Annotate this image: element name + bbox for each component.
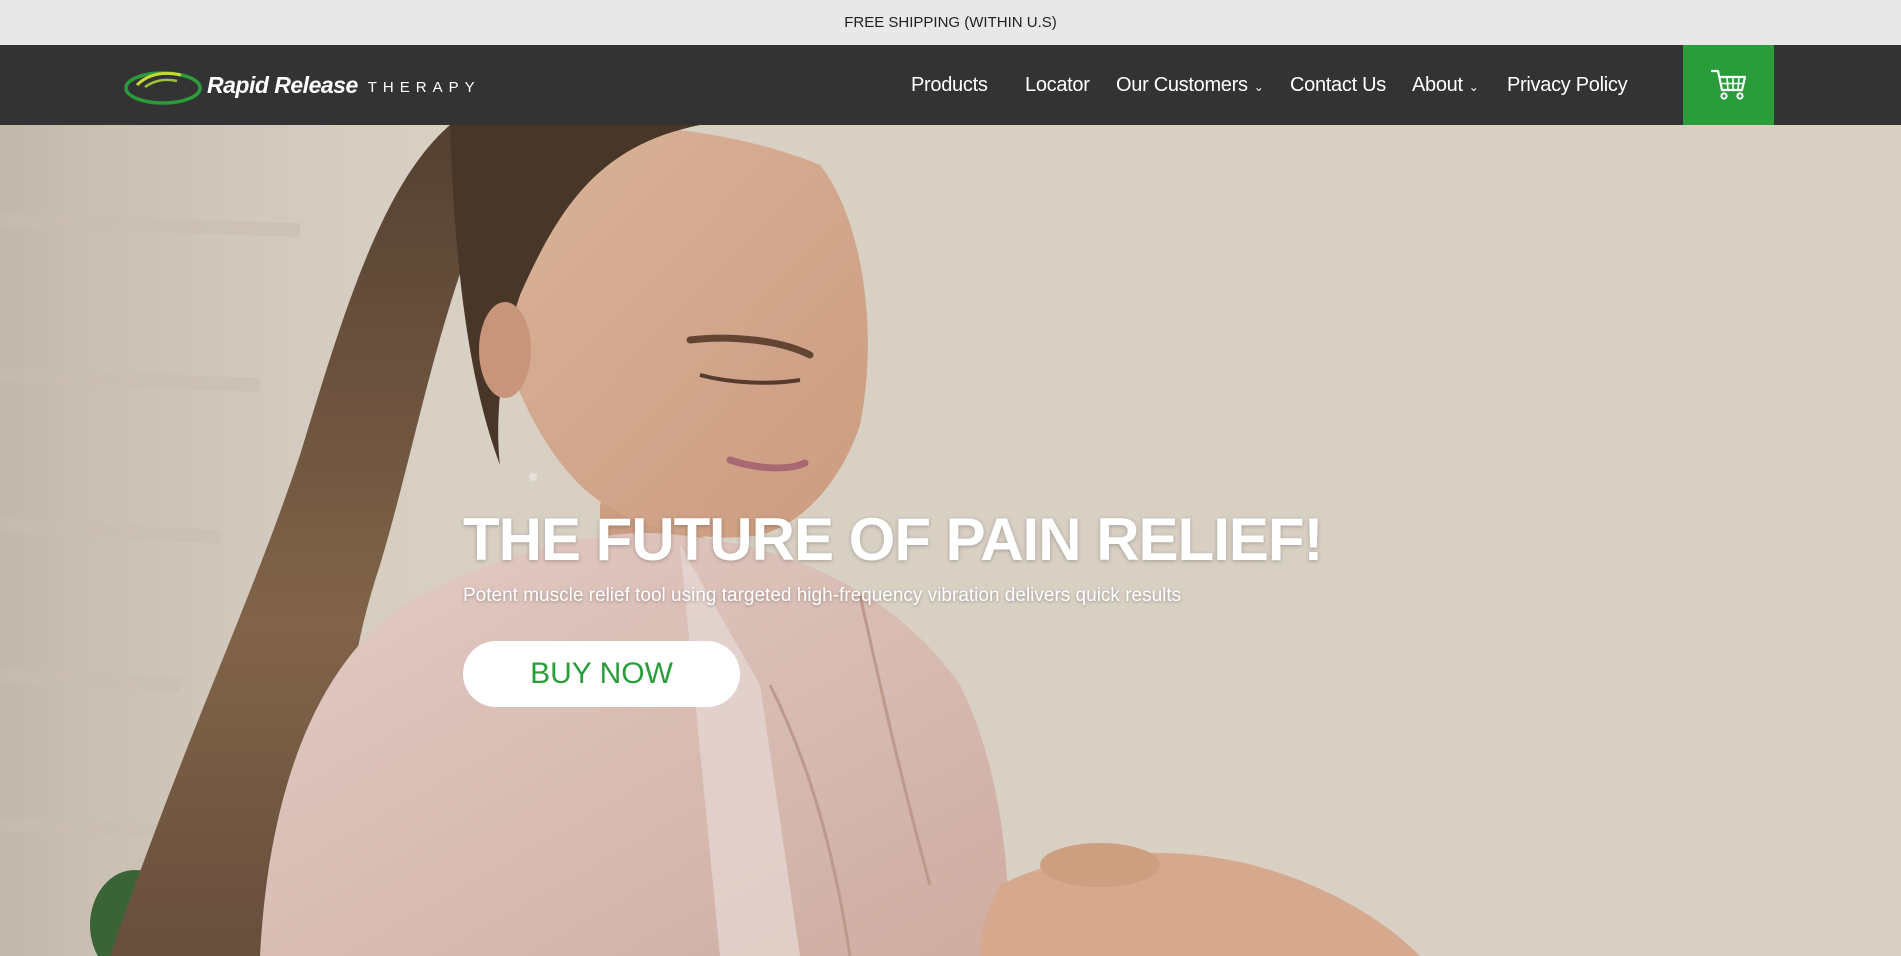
- nav-locator[interactable]: Locator: [1025, 45, 1090, 125]
- chevron-down-icon: ⌄: [1468, 80, 1479, 94]
- nav-products[interactable]: Products: [911, 45, 988, 125]
- hero-banner: THE FUTURE OF PAIN RELIEF! Potent muscle…: [0, 125, 1901, 956]
- nav-products-label: Products: [911, 73, 988, 96]
- logo-wordmark: Rapid Release: [207, 71, 358, 98]
- nav-locator-label: Locator: [1025, 73, 1090, 96]
- nav-contact-us-label: Contact Us: [1290, 73, 1386, 96]
- nav-about-label: About: [1412, 73, 1463, 96]
- main-navbar: Rapid Release THERAPY Products Locator O…: [0, 45, 1901, 125]
- buy-now-button[interactable]: BUY NOW: [463, 641, 740, 707]
- nav-about[interactable]: About ⌄: [1412, 45, 1479, 125]
- announcement-text: FREE SHIPPING (WITHIN U.S): [844, 14, 1057, 31]
- nav-our-customers[interactable]: Our Customers ⌄: [1116, 45, 1264, 125]
- hero-title: THE FUTURE OF PAIN RELIEF!: [463, 506, 1324, 573]
- buy-now-label: BUY NOW: [530, 657, 673, 690]
- chevron-down-icon: ⌄: [1253, 80, 1264, 94]
- logo-swoosh-icon: [124, 71, 202, 105]
- nav-our-customers-label: Our Customers: [1116, 73, 1248, 96]
- site-logo[interactable]: Rapid Release THERAPY: [123, 63, 483, 107]
- logo-subtext: THERAPY: [367, 78, 481, 96]
- shopping-cart-icon: [1710, 69, 1746, 100]
- nav-privacy-policy-label: Privacy Policy: [1507, 73, 1628, 96]
- nav-privacy-policy[interactable]: Privacy Policy: [1507, 45, 1628, 125]
- hero-subtitle: Potent muscle relief tool using targeted…: [463, 585, 1182, 606]
- nav-contact-us[interactable]: Contact Us: [1290, 45, 1386, 125]
- announcement-bar: FREE SHIPPING (WITHIN U.S): [0, 0, 1901, 45]
- cart-button[interactable]: [1683, 45, 1774, 125]
